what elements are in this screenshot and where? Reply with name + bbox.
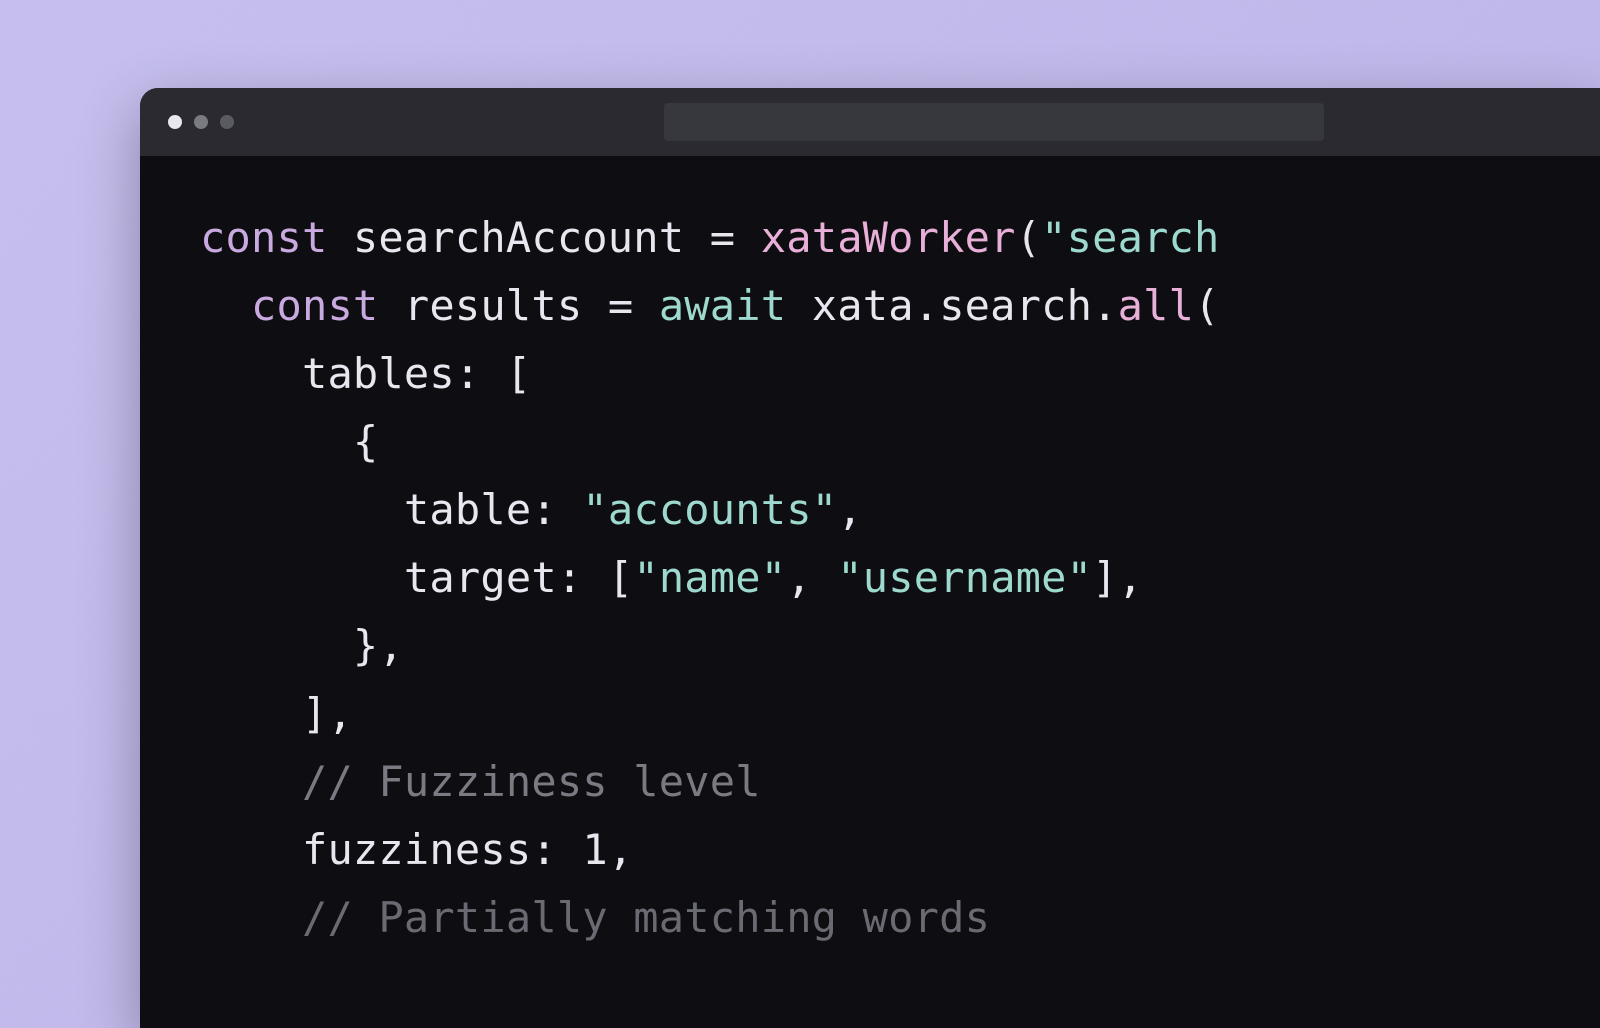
string-value: accounts xyxy=(608,485,812,534)
bracket: ], xyxy=(302,689,353,738)
code-line-9: // Fuzziness level xyxy=(200,757,761,806)
close-icon[interactable] xyxy=(168,115,182,129)
keyword-const: const xyxy=(251,281,378,330)
comment: // Partially matching words xyxy=(302,893,990,942)
code-line-7: }, xyxy=(200,621,404,670)
url-bar[interactable] xyxy=(664,103,1324,141)
operator: = xyxy=(710,213,736,262)
bracket: [ xyxy=(506,349,532,398)
code-window: const searchAccount = xataWorker("search… xyxy=(140,88,1600,1028)
number: 1 xyxy=(582,825,608,874)
code-line-1: const searchAccount = xataWorker("search xyxy=(200,213,1220,262)
traffic-lights xyxy=(168,115,234,129)
code-line-11: // Partially matching words xyxy=(200,893,990,942)
operator: = xyxy=(608,281,634,330)
identifier: results xyxy=(378,281,607,330)
object: xata xyxy=(786,281,913,330)
titlebar xyxy=(140,88,1600,156)
function-name: xataWorker xyxy=(761,213,1016,262)
paren: ( xyxy=(1194,281,1220,330)
paren: ( xyxy=(1016,213,1042,262)
comment: // Fuzziness level xyxy=(302,757,761,806)
property: search xyxy=(939,281,1092,330)
key: target xyxy=(404,553,557,602)
code-editor[interactable]: const searchAccount = xataWorker("search… xyxy=(140,156,1600,952)
key: fuzziness xyxy=(302,825,531,874)
code-line-4: { xyxy=(200,417,378,466)
string-value: username xyxy=(863,553,1067,602)
code-line-5: table: "accounts", xyxy=(200,485,863,534)
code-line-10: fuzziness: 1, xyxy=(200,825,633,874)
method-name: all xyxy=(1118,281,1194,330)
key: table xyxy=(404,485,531,534)
identifier: searchAccount xyxy=(327,213,709,262)
keyword-await: await xyxy=(659,281,786,330)
string-quote: " xyxy=(1041,213,1067,262)
brace: { xyxy=(353,417,379,466)
key: tables xyxy=(302,349,455,398)
code-line-6: target: ["name", "username"], xyxy=(200,553,1143,602)
string-value: name xyxy=(659,553,761,602)
code-line-2: const results = await xata.search.all( xyxy=(200,281,1220,330)
maximize-icon[interactable] xyxy=(220,115,234,129)
code-line-8: ], xyxy=(200,689,353,738)
string-partial: search xyxy=(1067,213,1220,262)
keyword-const: const xyxy=(200,213,327,262)
code-line-3: tables: [ xyxy=(200,349,531,398)
minimize-icon[interactable] xyxy=(194,115,208,129)
brace: }, xyxy=(353,621,404,670)
